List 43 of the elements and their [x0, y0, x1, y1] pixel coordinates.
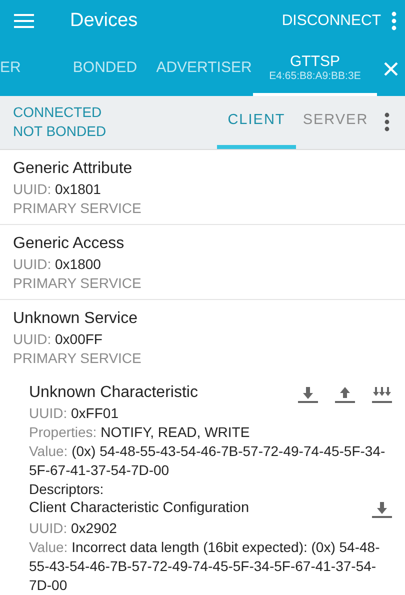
notify-button[interactable] [372, 386, 392, 404]
field-text: Value: (0x) 54-48-55-43-54-46-7B-57-72-49-74-45-5F-34-5F-67-41-37-54-7D-00 [29, 442, 386, 480]
disconnect-button[interactable]: DISCONNECT [272, 12, 391, 30]
characteristic-name: Unknown Characteristic [29, 382, 198, 403]
overflow-menu-button[interactable] [391, 10, 397, 31]
service-type: PRIMARY SERVICE [13, 348, 142, 368]
tab[interactable]: BONDED [55, 41, 155, 96]
service-type: PRIMARY SERVICE [13, 274, 142, 293]
download-button[interactable] [372, 500, 392, 519]
download-button[interactable] [298, 386, 318, 404]
menu-button[interactable] [14, 12, 34, 29]
service-type: PRIMARY SERVICE [13, 198, 142, 218]
service-item[interactable]: Generic Access UUID: 0x1800 PRIMARY SERVICE [0, 224, 405, 300]
descriptor-name: Client Characteristic Configuration [29, 498, 250, 518]
connection-status: CONNECTED [13, 103, 103, 122]
connection-status: NOT BONDED [13, 122, 108, 142]
tab[interactable]: ADVERTISER [155, 41, 253, 96]
uuid-text: UUID: 0x1800 [13, 254, 102, 274]
more-icon [384, 112, 390, 132]
uuid-text: UUID: 0x00FF [13, 330, 104, 349]
service-item[interactable]: Generic Attribute UUID: 0x1801 PRIMARY SERVICE [0, 150, 405, 225]
uuid-text: UUID: 0x1801 [13, 180, 102, 199]
service-name: Generic Access [13, 234, 126, 254]
field-text: Value: Incorrect data length (16bit expected): (0x) 54-48-55-43-54-46-7B-57-72-49-74-45-5F-34-5F-67-41-37-54-7D-00 [29, 538, 381, 595]
menu-icon [14, 12, 34, 29]
descriptors-heading: Descriptors: [29, 480, 105, 499]
field-text: UUID: 0x2902 [29, 518, 118, 538]
tab[interactable]: ER [0, 41, 55, 96]
app-title: Devices [70, 10, 139, 32]
service-name: Unknown Service [13, 308, 138, 329]
field-text: UUID: 0xFF01 [29, 404, 120, 423]
upload-button[interactable] [335, 386, 355, 404]
upload-icon [335, 386, 355, 404]
service-name: Generic Attribute [13, 158, 134, 179]
more-icon [391, 10, 397, 31]
download-icon [298, 386, 318, 404]
field-text: Properties: NOTIFY, READ, WRITE [29, 422, 251, 442]
notify-icon [372, 386, 392, 404]
tab[interactable]: SERVER [296, 96, 375, 149]
close-icon [383, 60, 399, 77]
tab[interactable]: CLIENT [217, 96, 296, 149]
download-icon [372, 500, 392, 519]
service-item[interactable]: Unknown Service UUID: 0x00FF PRIMARY SERVICE [0, 300, 405, 374]
